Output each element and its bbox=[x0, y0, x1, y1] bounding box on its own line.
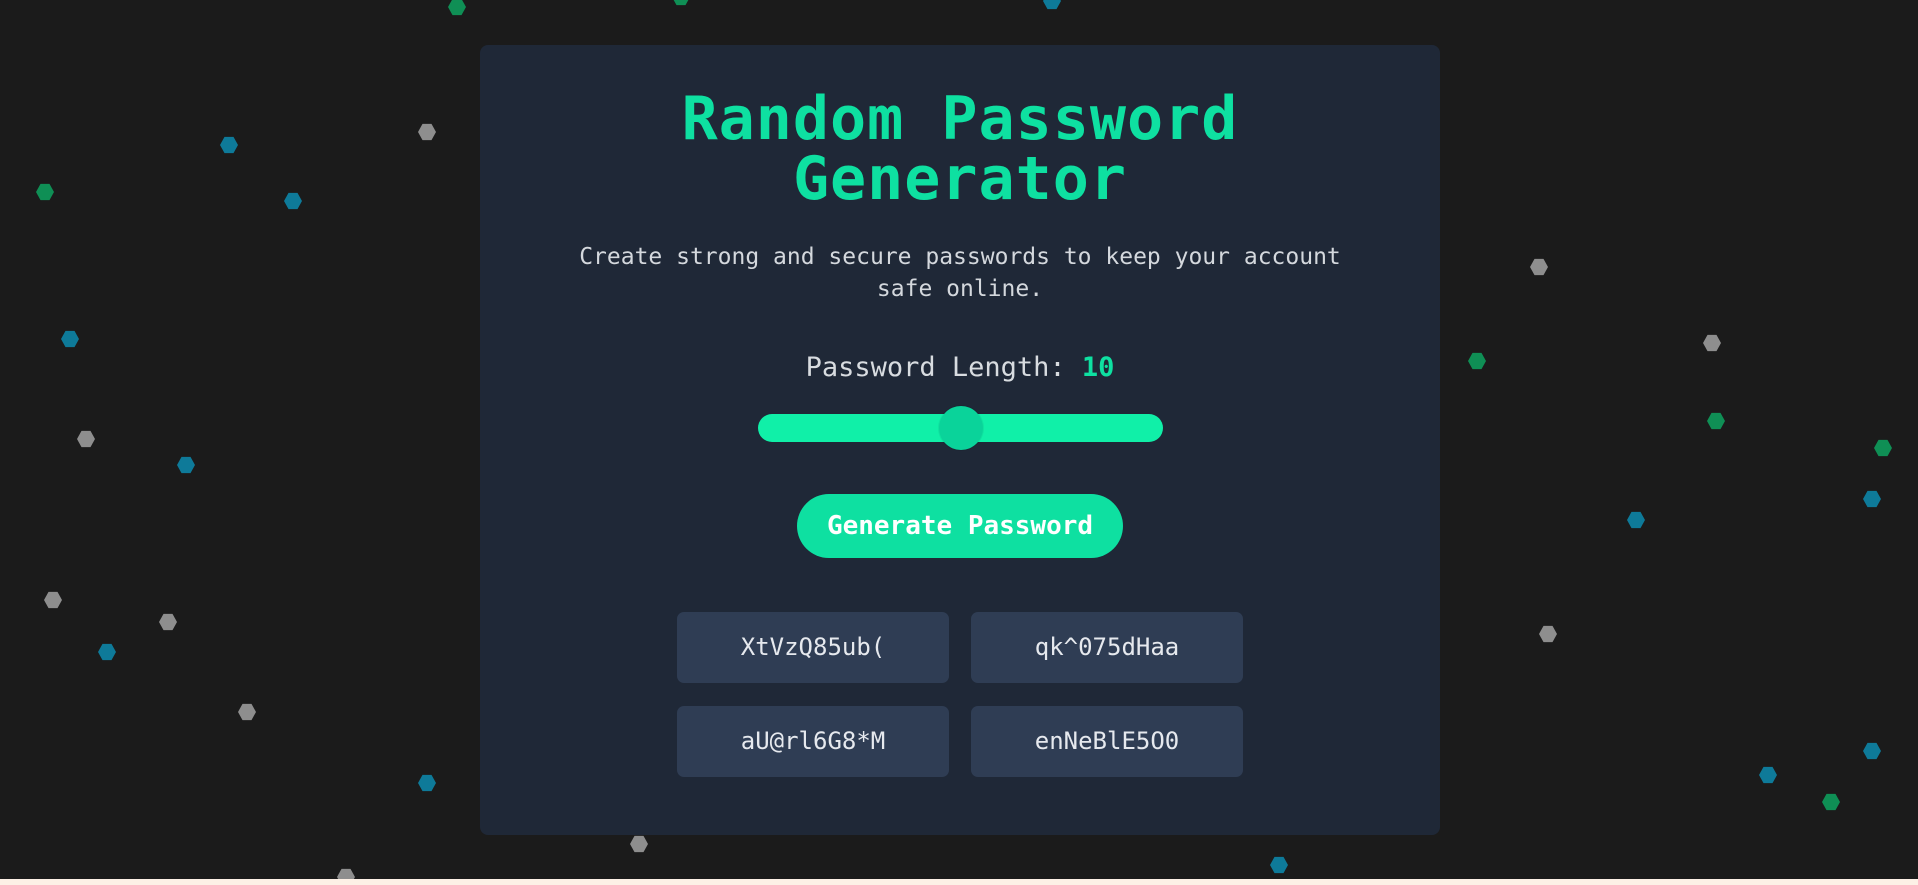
generate-password-button[interactable]: Generate Password bbox=[797, 494, 1123, 558]
password-item[interactable]: XtVzQ85ub( bbox=[677, 612, 949, 683]
hexagon-particle-icon bbox=[1759, 766, 1777, 784]
hexagon-particle-icon bbox=[630, 835, 648, 853]
password-generator-card: Random Password Generator Create strong … bbox=[480, 45, 1440, 835]
hexagon-particle-icon bbox=[159, 613, 177, 631]
hexagon-particle-icon bbox=[1270, 856, 1288, 874]
page-background: Random Password Generator Create strong … bbox=[0, 0, 1918, 885]
hexagon-particle-icon bbox=[98, 643, 116, 661]
hexagon-particle-icon bbox=[177, 456, 195, 474]
hexagon-particle-icon bbox=[448, 0, 466, 16]
subtitle: Create strong and secure passwords to ke… bbox=[579, 244, 1341, 302]
hexagon-particle-icon bbox=[1539, 625, 1557, 643]
password-item[interactable]: enNeBlE5O0 bbox=[971, 706, 1243, 777]
hexagon-particle-icon bbox=[1707, 412, 1725, 430]
hexagon-particle-icon bbox=[220, 136, 238, 154]
password-length-label: Password Length: bbox=[805, 352, 1082, 383]
hexagon-particle-icon bbox=[1703, 334, 1721, 352]
password-length-slider[interactable] bbox=[758, 406, 1163, 450]
hexagon-particle-icon bbox=[44, 591, 62, 609]
hexagon-particle-icon bbox=[1468, 352, 1486, 370]
hexagon-particle-icon bbox=[1863, 742, 1881, 760]
hexagon-particle-icon bbox=[36, 183, 54, 201]
slider-thumb[interactable] bbox=[938, 406, 983, 450]
hexagon-particle-icon bbox=[1822, 793, 1840, 811]
hexagon-particle-icon bbox=[1863, 490, 1881, 508]
hexagon-particle-icon bbox=[1627, 511, 1645, 529]
hexagon-particle-icon bbox=[1874, 439, 1892, 457]
hexagon-particle-icon bbox=[77, 430, 95, 448]
hexagon-particle-icon bbox=[284, 192, 302, 210]
hexagon-particle-icon bbox=[418, 774, 436, 792]
hexagon-particle-icon bbox=[1043, 0, 1061, 10]
hexagon-particle-icon bbox=[418, 123, 436, 141]
password-item[interactable]: aU@rl6G8*M bbox=[677, 706, 949, 777]
hexagon-particle-icon bbox=[1530, 258, 1548, 276]
password-length-value: 10 bbox=[1081, 352, 1115, 383]
password-item[interactable]: qk^075dHaa bbox=[971, 612, 1243, 683]
hexagon-particle-icon bbox=[61, 330, 79, 348]
password-length-row: Password Length: 10 bbox=[480, 350, 1440, 386]
page-title: Random Password Generator bbox=[681, 84, 1239, 214]
hexagon-particle-icon bbox=[238, 703, 256, 721]
bottom-strip bbox=[0, 879, 1918, 885]
hexagon-particle-icon bbox=[672, 0, 690, 6]
